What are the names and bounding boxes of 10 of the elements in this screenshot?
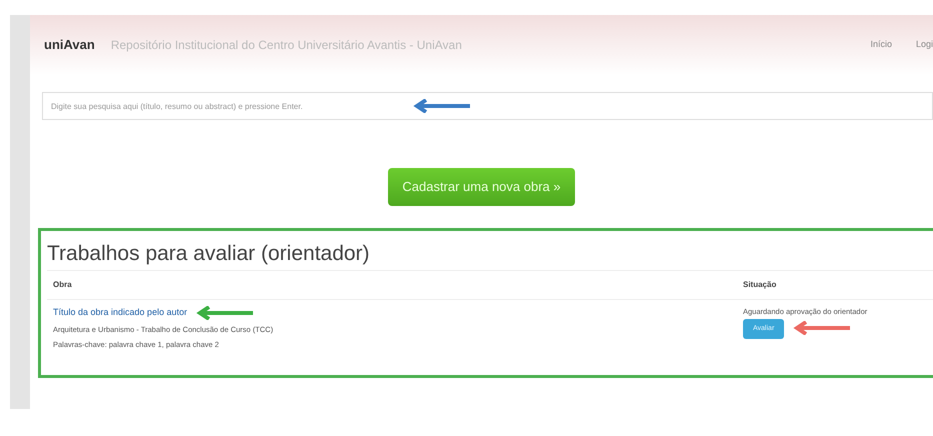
column-header: Obra xyxy=(47,270,737,300)
nav-link[interactable]: Logi xyxy=(916,38,933,52)
new-work-button[interactable]: Cadastrar uma nova obra » xyxy=(388,168,575,206)
search-field[interactable]: Digite sua pesquisa aqui (título, resumo ou abstract) e pressione Enter. xyxy=(42,92,933,120)
logo: uniAvan xyxy=(44,36,95,54)
section-heading: Trabalhos para avaliar (orientador) xyxy=(47,240,371,266)
site-title: Repositório Institucional do Centro Universitário Avantis - UniAvan xyxy=(110,37,463,54)
column-header: Situação xyxy=(737,270,933,300)
work-title-link[interactable]: Título da obra indicado pelo autor xyxy=(53,306,188,320)
nav-link[interactable]: Início xyxy=(870,38,892,52)
